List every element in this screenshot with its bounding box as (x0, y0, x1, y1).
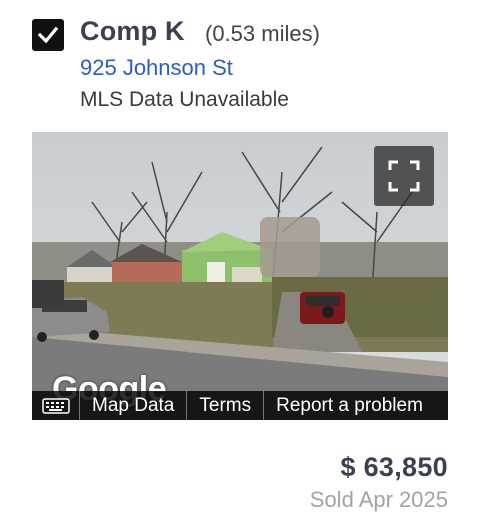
fullscreen-button[interactable] (374, 146, 434, 206)
comp-select-checkbox[interactable] (32, 19, 64, 51)
comp-title: Comp K (80, 16, 185, 46)
keyboard-icon (41, 397, 70, 414)
checkmark-icon (37, 26, 59, 44)
comp-distance: (0.53 miles) (205, 21, 320, 46)
keyboard-shortcuts-button[interactable] (32, 391, 80, 420)
report-problem-link[interactable]: Report a problem (264, 391, 435, 420)
mls-status: MLS Data Unavailable (80, 88, 289, 111)
fullscreen-icon (388, 160, 420, 192)
map-data-link[interactable]: Map Data (80, 391, 188, 420)
terms-link[interactable]: Terms (187, 391, 265, 420)
street-view-panel[interactable]: Google Map Data Terms Report a problem (32, 132, 448, 420)
address-link[interactable]: 925 Johnson St (80, 55, 233, 81)
sold-date: Sold Apr 2025 (309, 487, 448, 512)
sale-price: $ 63,850 (340, 452, 448, 482)
attribution-bar: Map Data Terms Report a problem (32, 391, 448, 420)
